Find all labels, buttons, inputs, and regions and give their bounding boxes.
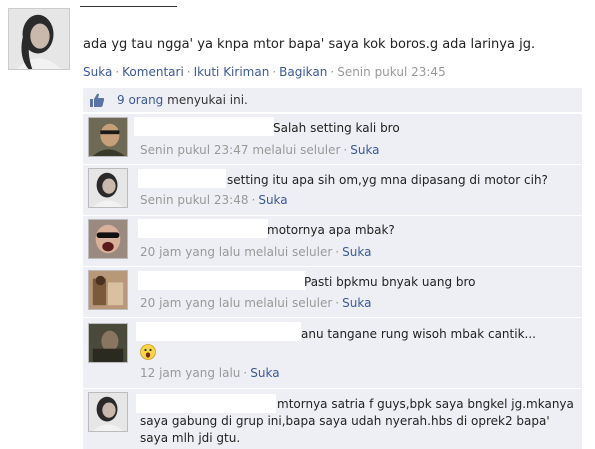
likes-label: 9 orang menyukai ini. [117,93,248,107]
like-comment-link[interactable]: Suka [342,245,371,259]
separator-dot: · [186,65,191,79]
comment-timestamp[interactable]: Senin pukul 23:47 melalui seluler [140,143,340,157]
commenter-name-redacted [138,271,306,290]
comment-text: motornya apa mbak? [267,223,395,237]
like-comment-link[interactable]: Suka [258,193,287,207]
avatar-photo [89,220,127,258]
thumbs-up-icon [90,93,105,107]
comment-meta: Senin pukul 23:48 · Suka [140,193,288,207]
like-comment-link[interactable]: Suka [350,143,379,157]
avatar-photo [89,118,127,156]
commenter-name-redacted [134,117,274,136]
comment-timestamp[interactable]: 20 jam yang lalu melalui seluler [140,245,332,259]
separator-dot: · [335,245,340,259]
comment-text: Pasti bpkmu bnyak uang bro [304,275,476,289]
comment-text: setting itu apa sih om,yg mna dipasang d… [227,173,548,187]
avatar-photo [89,169,127,207]
likes-count-link[interactable]: 9 orang [117,93,163,107]
post-message: ada yg tau ngga' ya knpa mtor bapa' saya… [83,37,536,52]
share-post-link[interactable]: Bagikan [279,65,327,79]
comment-item: motornya apa mbak? 20 jam yang lalu mela… [83,216,582,266]
like-post-link[interactable]: Suka [83,65,112,79]
comment-meta: Senin pukul 23:47 melalui seluler · Suka [140,143,380,157]
comment-item: mtornya satria f guys,bpk saya bngkel jg… [83,389,582,449]
commenter-avatar[interactable] [88,168,128,208]
follow-post-link[interactable]: Ikuti Kiriman [194,65,270,79]
comment-post-link[interactable]: Komentari [122,65,184,79]
separator-dot: · [272,65,277,79]
commenter-name-redacted [138,169,226,188]
commenter-name-redacted [136,394,276,413]
comment-text-line: saya mlh jdi gtu. [140,431,241,445]
separator-dot: · [330,65,335,79]
commenter-avatar[interactable] [88,219,128,259]
commenter-name-redacted [138,219,268,238]
post-author-avatar[interactable] [8,8,70,70]
comment-timestamp[interactable]: 20 jam yang lalu melalui seluler [140,296,332,310]
comment-timestamp[interactable]: 12 jam yang lalu [140,366,240,380]
avatar-photo [89,324,127,362]
post-timestamp[interactable]: Senin pukul 23:45 [337,65,446,79]
separator-dot: · [343,143,348,157]
avatar-photo [89,271,127,309]
author-name-underline [80,6,177,7]
separator-dot: · [335,296,340,310]
comment-item: Salah setting kali bro Senin pukul 23:47… [83,114,582,164]
comment-item: anu tangane rung wisoh mbak cantik... 12… [83,318,582,388]
surprised-emoticon-icon [140,344,156,360]
like-comment-link[interactable]: Suka [342,296,371,310]
likes-summary: 9 orang menyukai ini. [83,88,582,112]
commenter-avatar[interactable] [88,323,128,363]
comment-item: setting itu apa sih om,yg mna dipasang d… [83,165,582,215]
avatar-photo [89,393,127,431]
comment-meta: 20 jam yang lalu melalui seluler · Suka [140,296,371,310]
comment-text-line: saya gabung di grup ini,bapa saya udah n… [140,414,550,428]
comment-timestamp[interactable]: Senin pukul 23:48 [140,193,249,207]
likes-suffix: menyukai ini. [167,93,248,107]
comment-meta: 20 jam yang lalu melalui seluler · Suka [140,245,371,259]
comment-text-line: mtornya satria f guys,bpk saya bngkel jg… [277,397,574,411]
commenter-avatar[interactable] [88,270,128,310]
comment-text: anu tangane rung wisoh mbak cantik... [301,327,536,341]
avatar-photo [9,9,69,69]
commenter-avatar[interactable] [88,117,128,157]
post-actions: Suka · Komentari · Ikuti Kiriman · Bagikan · Sen… [83,65,446,79]
commenter-avatar[interactable] [88,392,128,432]
like-comment-link[interactable]: Suka [250,366,279,380]
separator-dot: · [243,366,248,380]
separator-dot: · [115,65,120,79]
comment-meta: 12 jam yang lalu · Suka [140,366,280,380]
separator-dot: · [251,193,256,207]
commenter-name-redacted [136,322,301,341]
comment-text: Salah setting kali bro [273,121,400,135]
comment-item: Pasti bpkmu bnyak uang bro 20 jam yang l… [83,267,582,317]
